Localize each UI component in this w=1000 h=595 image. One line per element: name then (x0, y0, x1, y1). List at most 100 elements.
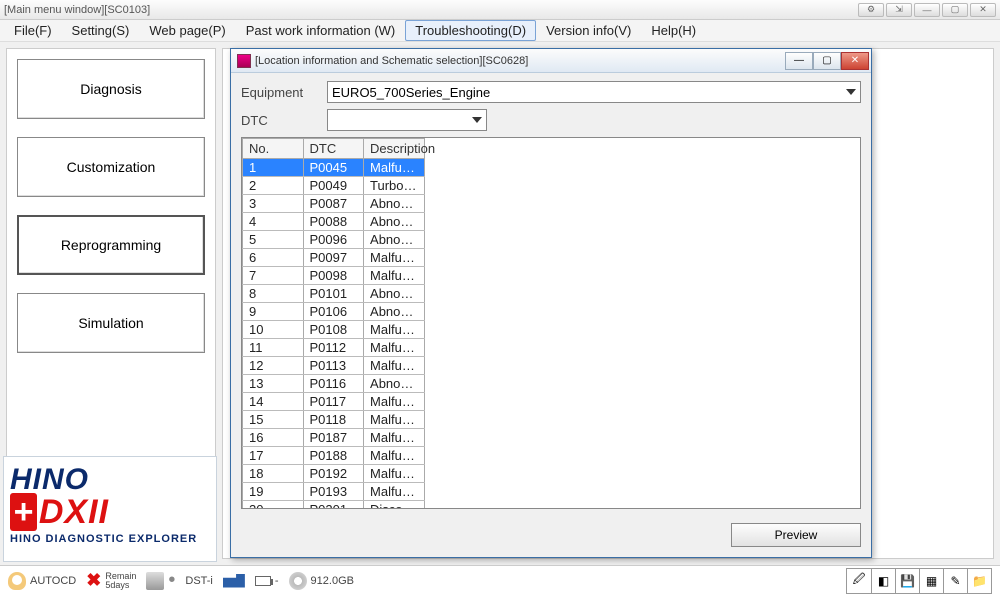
table-row[interactable]: 13P0116Abnormality in coolant temperatur… (242, 375, 425, 393)
table-row[interactable]: 5P0096Abnormality in characteristics of … (242, 231, 425, 249)
table-row[interactable]: 9P0106Abnormality in boost pressure sens… (242, 303, 425, 321)
save-icon[interactable]: 💾 (895, 569, 919, 593)
menu-helph[interactable]: Help(H) (641, 20, 706, 41)
cell-no: 19 (243, 483, 304, 501)
status-battery: - (255, 575, 279, 587)
menu-settings[interactable]: Setting(S) (62, 20, 140, 41)
cell-dtc: P0118 (303, 411, 364, 429)
cell-desc: Malfunction of boost pressure sensor (Hi… (364, 321, 425, 339)
cell-desc: Malfunction of coolant temperature senso… (364, 393, 425, 411)
cell-desc: Abnormality in common rail pressure cont… (364, 213, 425, 231)
table-row[interactable]: 12P0113Malfunction of intake air tempera… (242, 357, 425, 375)
table-row[interactable]: 4P0088Abnormality in common rail pressur… (242, 213, 425, 231)
cell-no: 17 (243, 447, 304, 465)
device-icon (146, 572, 164, 590)
dtc-table: No. DTC Description 1P0045Malfunction of… (241, 137, 861, 509)
dialog-maximize-button[interactable]: ▢ (813, 52, 841, 70)
nav-diagnosis[interactable]: Diagnosis (17, 59, 205, 119)
dialog-close-button[interactable]: ✕ (841, 52, 869, 70)
menu-troubleshootingd[interactable]: Troubleshooting(D) (405, 20, 536, 41)
table-row[interactable]: 3P0087Abnormality in common rail pressur… (242, 195, 425, 213)
cell-desc: Malfunction of coolant temperature senso… (364, 411, 425, 429)
table-row[interactable]: 20P0201Disconnection of solenoid valve d… (242, 501, 425, 509)
preview-button[interactable]: Preview (731, 523, 861, 547)
settings-icon[interactable]: ⚙ (858, 3, 884, 17)
table-row[interactable]: 8P0101Abnormality in characteristics of … (242, 285, 425, 303)
minimize-button[interactable]: — (914, 3, 940, 17)
menubar: File(F)Setting(S)Web page(P)Past work in… (0, 20, 1000, 42)
table-row[interactable]: 10P0108Malfunction of boost pressure sen… (242, 321, 425, 339)
dtc-dropdown[interactable] (327, 109, 487, 131)
cell-desc: Abnormality in coolant temperature senso… (364, 375, 425, 393)
cell-desc: Turbocharger revolution overrun (364, 177, 425, 195)
cell-desc: Malfunction of fuel temperature sensor (… (364, 447, 425, 465)
eraser-icon[interactable]: ◧ (871, 569, 895, 593)
folder-icon[interactable]: 📁 (967, 569, 991, 593)
col-desc[interactable]: Description (364, 139, 425, 159)
table-row[interactable]: 7P0098Malfunction of intake manifold tem… (242, 267, 425, 285)
cell-dtc: P0188 (303, 447, 364, 465)
x-icon: ✖ (86, 570, 101, 591)
cell-desc: Abnormality in boost pressure sensor cha… (364, 303, 425, 321)
pencil-icon[interactable]: 🖉 (847, 569, 871, 593)
table-row[interactable]: 14P0117Malfunction of coolant temperatur… (242, 393, 425, 411)
maximize-button[interactable]: ▢ (942, 3, 968, 17)
table-row[interactable]: 18P0192Malfunction of common rail pressu… (242, 465, 425, 483)
cell-desc: Malfunction of common rail pressure sens… (364, 483, 425, 501)
cell-dtc: P0193 (303, 483, 364, 501)
expand-icon[interactable]: ⇲ (886, 3, 912, 17)
menu-filef[interactable]: File(F) (4, 20, 62, 41)
cell-dtc: P0187 (303, 429, 364, 447)
nav-reprogramming[interactable]: Reprogramming (17, 215, 205, 275)
table-row[interactable]: 11P0112Malfunction of intake air tempera… (242, 339, 425, 357)
logo: HINO +DXII HINO DIAGNOSTIC EXPLORER (3, 456, 217, 562)
cell-desc: Malfunction of common rail pressure sens… (364, 465, 425, 483)
nav-customization[interactable]: Customization (17, 137, 205, 197)
cell-no: 20 (243, 501, 304, 509)
cell-no: 16 (243, 429, 304, 447)
cell-desc: Abnormality in common rail pressure cont… (364, 195, 425, 213)
close-button[interactable]: ✕ (970, 3, 996, 17)
col-no[interactable]: No. (243, 139, 304, 159)
battery-icon (255, 576, 271, 586)
table-row[interactable]: 16P0187Malfunction of fuel temperature s… (242, 429, 425, 447)
cell-no: 18 (243, 465, 304, 483)
cell-no: 10 (243, 321, 304, 339)
dialog-title: [Location information and Schematic sele… (255, 55, 528, 67)
table-row[interactable]: 1P0045Malfunction of VNT actuator (242, 159, 425, 177)
dialog-titlebar[interactable]: [Location information and Schematic sele… (231, 49, 871, 73)
cell-desc: Malfunction of VNT actuator (364, 159, 425, 177)
cell-dtc: P0097 (303, 249, 364, 267)
status-device (146, 569, 175, 592)
menu-pastworkinformationw[interactable]: Past work information (W) (236, 20, 406, 41)
dialog-minimize-button[interactable]: — (785, 52, 813, 70)
cell-dtc: P0192 (303, 465, 364, 483)
cell-no: 1 (243, 159, 304, 177)
dot-icon (168, 569, 175, 592)
cell-dtc: P0117 (303, 393, 364, 411)
table-row[interactable]: 15P0118Malfunction of coolant temperatur… (242, 411, 425, 429)
cell-no: 4 (243, 213, 304, 231)
nav-simulation[interactable]: Simulation (17, 293, 205, 353)
cell-no: 2 (243, 177, 304, 195)
table-row[interactable]: 6P0097Malfunction of intake manifold tem… (242, 249, 425, 267)
equipment-dropdown[interactable]: EURO5_700Series_Engine (327, 81, 861, 103)
cell-dtc: P0098 (303, 267, 364, 285)
status-remain: ✖ Remain5days (86, 570, 136, 591)
cell-dtc: P0108 (303, 321, 364, 339)
grid-icon[interactable]: ▦ (919, 569, 943, 593)
table-row[interactable]: 17P0188Malfunction of fuel temperature s… (242, 447, 425, 465)
menu-versioninfov[interactable]: Version info(V) (536, 20, 641, 41)
col-dtc[interactable]: DTC (303, 139, 364, 159)
menu-webpagep[interactable]: Web page(P) (139, 20, 235, 41)
table-row[interactable]: 2P0049Turbocharger revolution overrun (242, 177, 425, 195)
edit-icon[interactable]: ✎ (943, 569, 967, 593)
cell-no: 15 (243, 411, 304, 429)
table-row[interactable]: 19P0193Malfunction of common rail pressu… (242, 483, 425, 501)
cell-desc: Abnormality in characteristics of intake… (364, 231, 425, 249)
status-dst: DST-i (185, 575, 213, 587)
cell-dtc: P0116 (303, 375, 364, 393)
cell-no: 8 (243, 285, 304, 303)
cell-desc: Malfunction of intake manifold temperatu… (364, 249, 425, 267)
cell-no: 6 (243, 249, 304, 267)
